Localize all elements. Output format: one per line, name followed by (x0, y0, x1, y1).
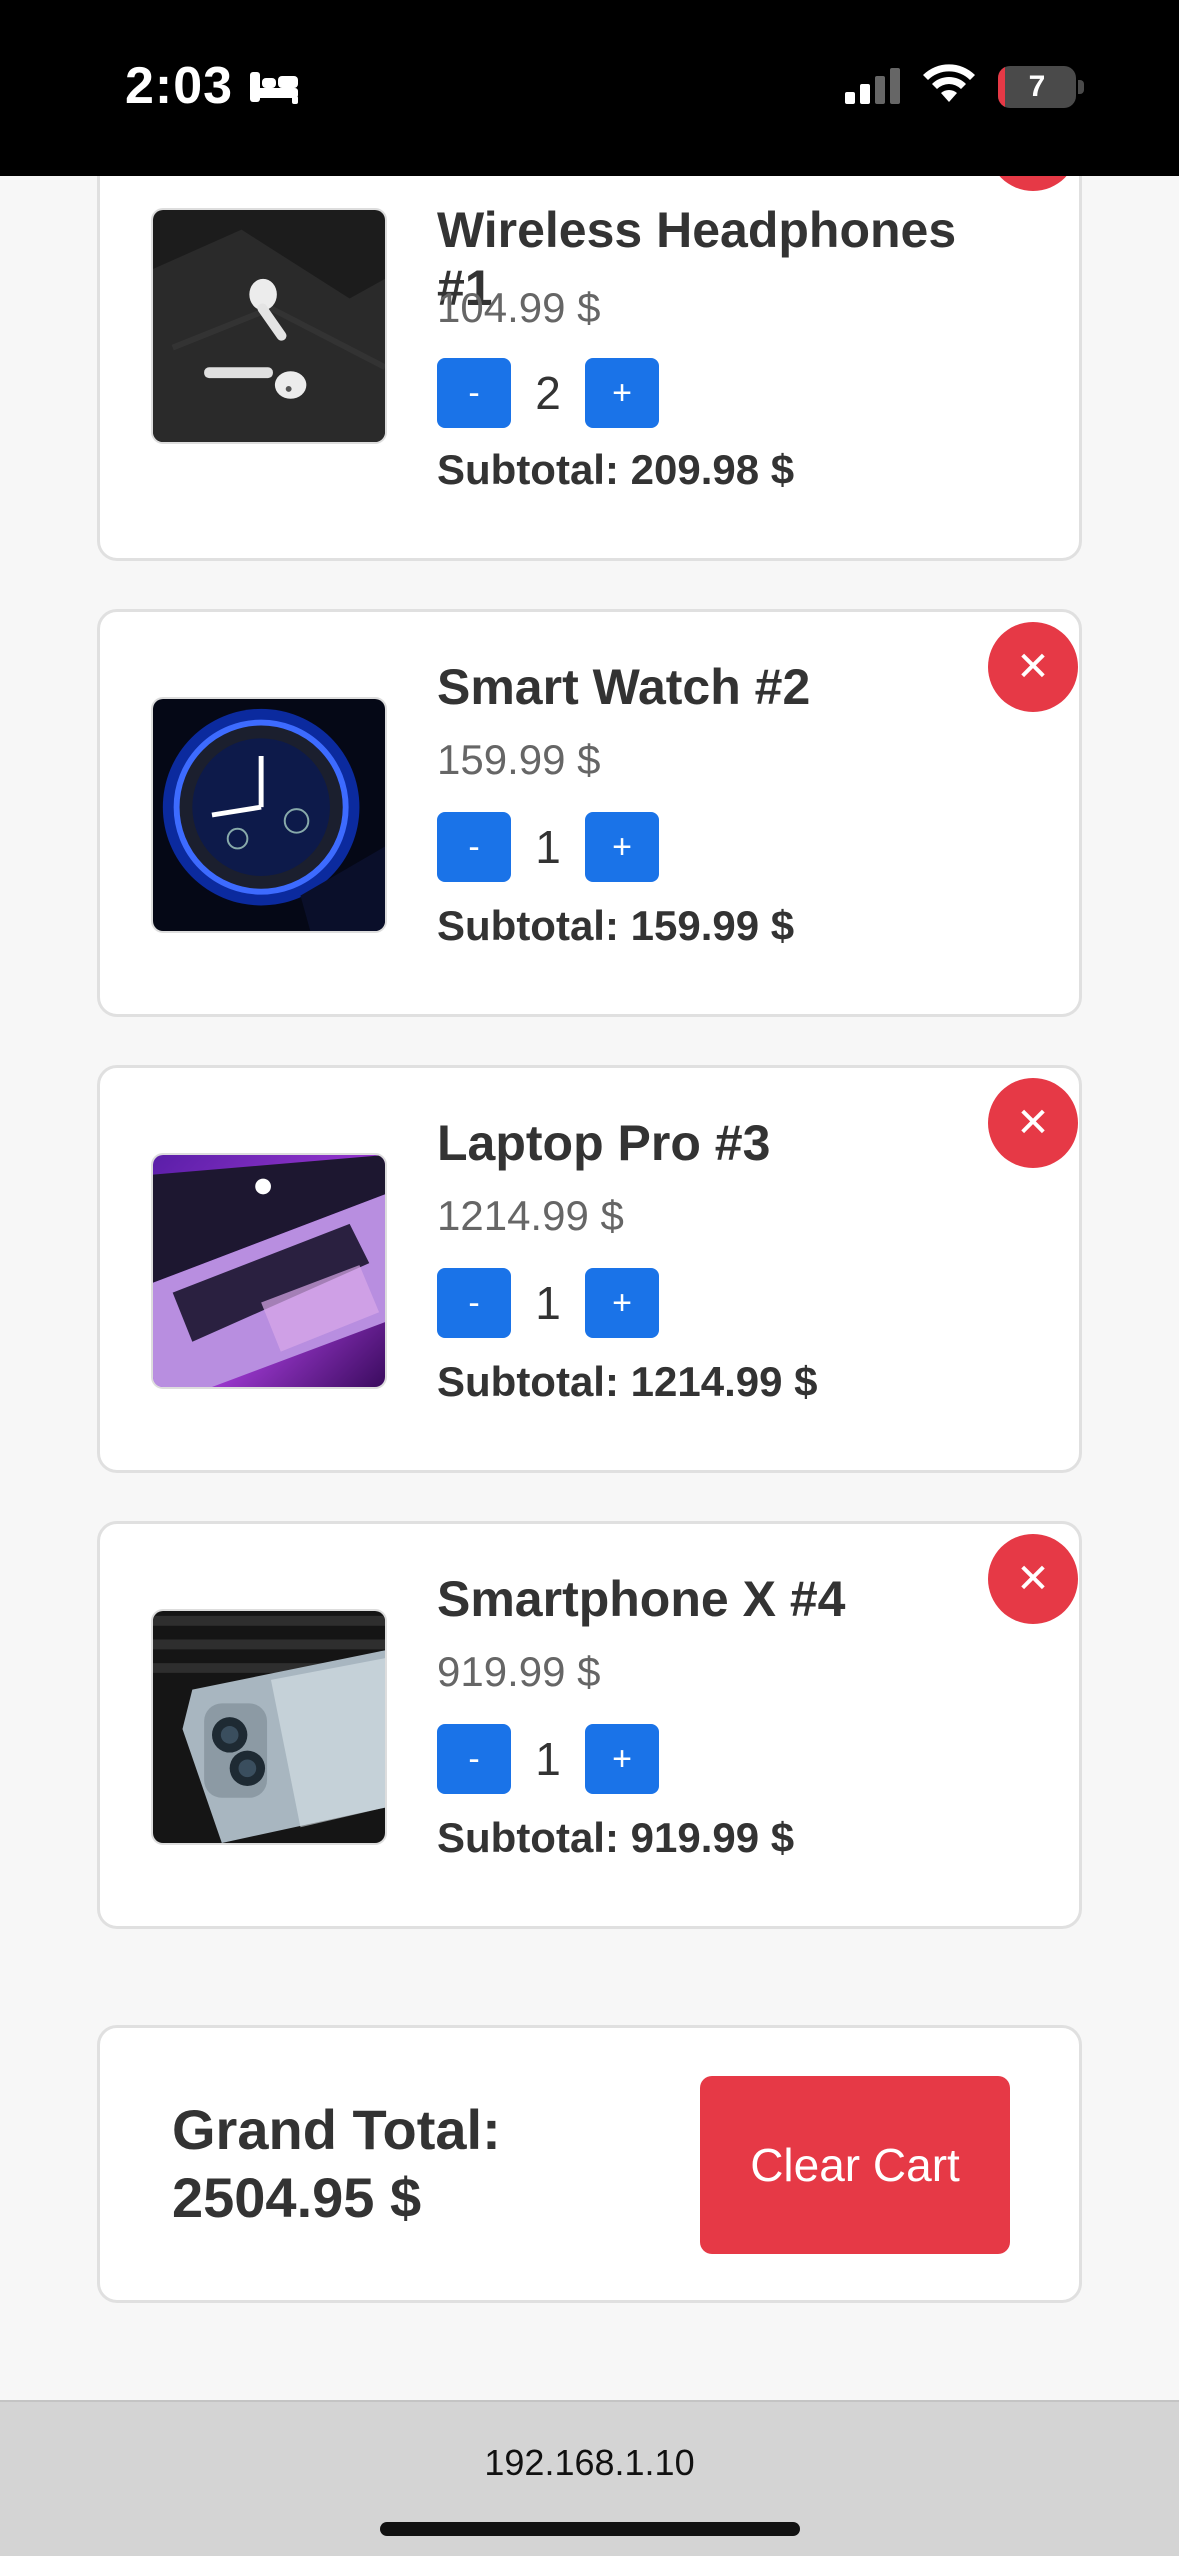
cart-item-card: Smart Watch #2 159.99 $ - 1 + Subtotal: … (97, 609, 1082, 1017)
status-bar: 2:03 7 (0, 0, 1179, 176)
quantity-value: 1 (535, 1733, 561, 1785)
increase-quantity-button[interactable]: + (585, 812, 659, 882)
browser-address-bar[interactable]: 192.168.1.10 (0, 2400, 1179, 2556)
item-subtotal: Subtotal: 209.98 $ (437, 446, 795, 493)
wifi-icon (923, 64, 975, 102)
clear-cart-button[interactable]: Clear Cart (700, 2076, 1010, 2254)
laptop-image (151, 1153, 387, 1389)
battery-icon: 7 (998, 66, 1076, 108)
quantity-value: 1 (535, 821, 561, 873)
item-subtotal: Subtotal: 159.99 $ (437, 902, 795, 949)
status-time: 2:03 (125, 57, 234, 115)
cellular-signal-icon (845, 68, 900, 104)
remove-item-button[interactable]: ✕ (988, 622, 1078, 712)
smartphone-image (151, 1609, 387, 1845)
bed-icon (250, 72, 298, 104)
item-subtotal: Subtotal: 919.99 $ (437, 1814, 795, 1861)
smartwatch-image (151, 697, 387, 933)
item-price: 104.99 $ (437, 284, 601, 331)
item-name: Smart Watch #2 (437, 659, 811, 715)
increase-quantity-button[interactable]: + (585, 358, 659, 428)
quantity-value: 2 (535, 367, 561, 419)
item-name: Smartphone X #4 (437, 1571, 846, 1627)
decrease-quantity-button[interactable]: - (437, 1268, 511, 1338)
item-name: Laptop Pro #3 (437, 1115, 771, 1171)
grand-total: Grand Total: 2504.95 $ (172, 2098, 501, 2229)
decrease-quantity-button[interactable]: - (437, 1724, 511, 1794)
battery-level: 7 (1028, 70, 1046, 103)
item-subtotal: Subtotal: 1214.99 $ (437, 1358, 818, 1405)
home-indicator[interactable] (380, 2522, 800, 2536)
item-price: 1214.99 $ (437, 1192, 624, 1239)
decrease-quantity-button[interactable]: - (437, 358, 511, 428)
item-price: 159.99 $ (437, 736, 601, 783)
decrease-quantity-button[interactable]: - (437, 812, 511, 882)
cart-item-card: Smartphone X #4 919.99 $ - 1 + Subtotal:… (97, 1521, 1082, 1929)
increase-quantity-button[interactable]: + (585, 1268, 659, 1338)
remove-item-button[interactable]: ✕ (988, 1534, 1078, 1624)
remove-item-button[interactable]: ✕ (988, 1078, 1078, 1168)
cart-item-card: Laptop Pro #3 1214.99 $ - 1 + Subtotal: … (97, 1065, 1082, 1473)
url-text[interactable]: 192.168.1.10 (0, 2442, 1179, 2484)
earbuds-image (151, 208, 387, 444)
increase-quantity-button[interactable]: + (585, 1724, 659, 1794)
item-price: 919.99 $ (437, 1648, 601, 1695)
cart-summary: Grand Total: 2504.95 $ Clear Cart (97, 2025, 1082, 2303)
quantity-value: 1 (535, 1277, 561, 1329)
